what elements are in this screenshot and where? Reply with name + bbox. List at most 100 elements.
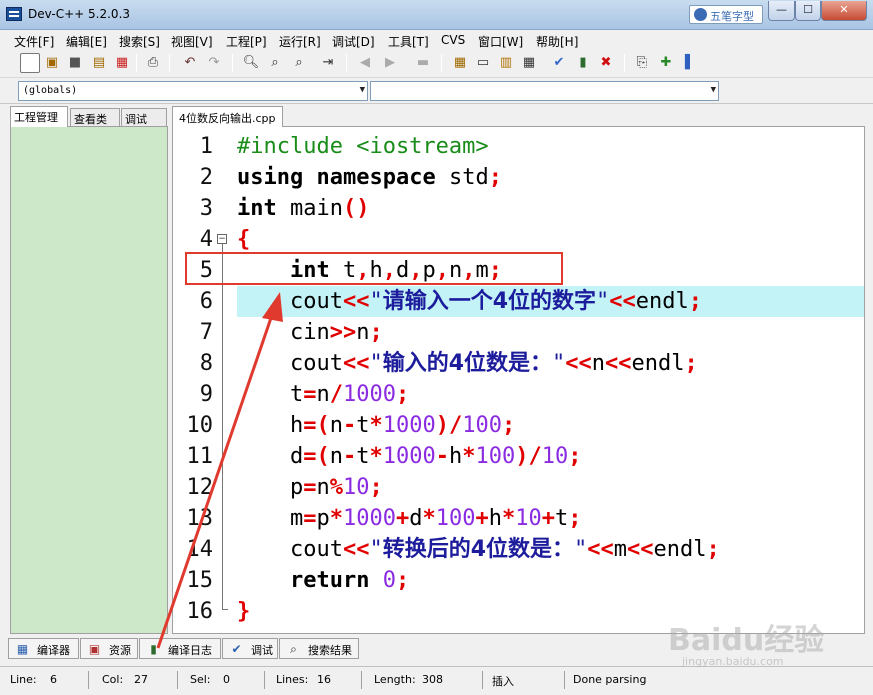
undo-icon[interactable]: ↶: [180, 53, 200, 73]
status-col-label: Col:: [102, 673, 124, 686]
line-number: 13: [186, 506, 214, 531]
tab-search-results[interactable]: ⌕ 搜索结果: [279, 638, 359, 659]
tab-project-manager[interactable]: 工程管理: [10, 106, 68, 127]
scope-combo[interactable]: (globals) ▼: [18, 81, 368, 101]
grid-icon: ▦: [16, 642, 29, 656]
compile-run-icon[interactable]: ▥: [496, 53, 516, 73]
line-number: 9: [199, 382, 213, 407]
status-line-value: 6: [50, 673, 57, 686]
menu-project[interactable]: 工程[P]: [226, 33, 267, 50]
status-lines-value: 16: [317, 673, 331, 686]
line-number: 1: [199, 134, 213, 159]
code-text: int main(): [237, 196, 370, 221]
tab-class-view[interactable]: 查看类: [70, 108, 120, 126]
class-browser-bar: (globals) ▼ ▼: [0, 78, 873, 104]
menu-file[interactable]: 文件[F]: [14, 33, 54, 50]
line-number: 11: [186, 444, 214, 469]
save-all-icon[interactable]: ▤: [89, 53, 109, 73]
menu-view[interactable]: 视图[V]: [171, 33, 213, 50]
annotation-highlight-box: [185, 252, 563, 285]
code-line-8: 8 cout<<"输入的4位数是："<<n<<endl;: [173, 348, 864, 379]
compile-icon[interactable]: ▦: [450, 53, 470, 73]
add-icon[interactable]: ✚: [656, 53, 676, 73]
rebuild-icon[interactable]: ▦: [519, 53, 539, 73]
project-tree-panel[interactable]: [10, 126, 168, 634]
code-text: d=(n-t*1000-h*100)/10;: [237, 444, 582, 469]
back-icon[interactable]: ◀: [355, 53, 375, 73]
menu-run[interactable]: 运行[R]: [279, 33, 321, 50]
bookmark-icon[interactable]: ▬: [413, 53, 433, 73]
line-number: 4: [199, 227, 213, 252]
menu-edit[interactable]: 编辑[E]: [66, 33, 107, 50]
chart-icon: ▮: [150, 642, 157, 656]
help-icon[interactable]: ▌: [680, 53, 700, 73]
code-text: {: [237, 227, 251, 252]
tab-label: 搜索结果: [308, 644, 352, 657]
menu-tools[interactable]: 工具[T]: [388, 33, 429, 50]
title-bar: Dev-C++ 5.2.0.3 五笔字型 — ☐ ✕: [0, 0, 873, 30]
tab-debug[interactable]: 调试: [121, 108, 167, 126]
devcpp-app-icon: [6, 7, 22, 21]
tab-compile-log[interactable]: ▮ 编译日志: [139, 638, 221, 659]
code-text: cin>>n;: [237, 320, 383, 345]
window-title: Dev-C++ 5.2.0.3: [28, 7, 131, 21]
code-text: cout<<"输入的4位数是："<<n<<endl;: [237, 351, 698, 376]
redo-icon[interactable]: ↷: [204, 53, 224, 73]
chart-icon[interactable]: ▮: [573, 53, 593, 73]
tab-label: 编译器: [37, 644, 70, 657]
tab-resources[interactable]: ▣ 资源: [80, 638, 138, 659]
left-panel-tabs: 工程管理 查看类 调试: [10, 106, 168, 127]
line-number: 12: [186, 475, 214, 500]
menu-help[interactable]: 帮助[H]: [536, 33, 578, 50]
tab-label: 调试: [251, 644, 273, 657]
find-next-icon[interactable]: ⌕: [289, 53, 309, 73]
open-icon[interactable]: ▣: [42, 53, 62, 73]
status-bar: Line: 6 Col: 27 Sel: 0 Lines: 16 Length:…: [0, 666, 873, 695]
code-text: cout<<"请输入一个4位的数字"<<endl;: [237, 289, 703, 314]
line-number: 2: [199, 165, 213, 190]
insert-icon[interactable]: ⎘: [632, 53, 652, 73]
status-sel-label: Sel:: [190, 673, 211, 686]
code-line-13: 13 m=p*1000+d*100+h*10+t;: [173, 503, 864, 534]
file-tab[interactable]: 4位数反向输出.cpp: [172, 106, 283, 127]
tab-compiler[interactable]: ▦ 编译器: [8, 638, 79, 659]
status-lines-label: Lines:: [276, 673, 309, 686]
tab-debug-output[interactable]: ✔ 调试: [222, 638, 278, 659]
code-line-2: 2 using namespace std;: [173, 162, 864, 193]
line-number: 8: [199, 351, 213, 376]
maximize-button[interactable]: ☐: [795, 1, 821, 21]
menu-search[interactable]: 搜索[S]: [119, 33, 160, 50]
goto-line-icon[interactable]: ⇥: [318, 53, 338, 73]
member-combo[interactable]: ▼: [370, 81, 719, 101]
check-icon[interactable]: ✔: [549, 53, 569, 73]
code-text: p=n%10;: [237, 475, 383, 500]
stop-icon[interactable]: ✖: [596, 53, 616, 73]
fold-collapse-icon[interactable]: −: [217, 234, 227, 244]
code-text: #include <iostream>: [237, 134, 489, 159]
code-line-10: 10 h=(n-t*1000)/100;: [173, 410, 864, 441]
save-icon[interactable]: ■: [65, 53, 85, 73]
close-button[interactable]: ✕: [821, 1, 867, 21]
print-icon[interactable]: ⎙: [143, 53, 163, 73]
ime-indicator[interactable]: 五笔字型: [689, 5, 763, 24]
find-icon[interactable]: 🔍︎: [241, 53, 261, 73]
new-file-icon[interactable]: [20, 53, 40, 73]
status-length-value: 308: [422, 673, 443, 686]
menu-cvs[interactable]: CVS: [441, 33, 465, 47]
forward-icon[interactable]: ▶: [380, 53, 400, 73]
menu-window[interactable]: 窗口[W]: [478, 33, 523, 50]
close-file-icon[interactable]: ▦: [112, 53, 132, 73]
run-icon[interactable]: ▭: [473, 53, 493, 73]
code-line-11: 11 d=(n-t*1000-h*100)/10;: [173, 441, 864, 472]
ime-logo-icon: [694, 8, 707, 21]
code-text: h=(n-t*1000)/100;: [237, 413, 516, 438]
line-number: 15: [186, 568, 214, 593]
search-icon: ⌕: [290, 642, 297, 656]
ime-label: 五笔字型: [710, 10, 754, 23]
code-text: using namespace std;: [237, 165, 502, 190]
menu-debug[interactable]: 调试[D]: [332, 33, 375, 50]
code-editor[interactable]: 1 #include <iostream> 2 using namespace …: [172, 126, 865, 634]
check-icon: ✔: [231, 642, 242, 656]
replace-icon[interactable]: ⌕: [265, 53, 285, 73]
minimize-button[interactable]: —: [768, 1, 795, 21]
